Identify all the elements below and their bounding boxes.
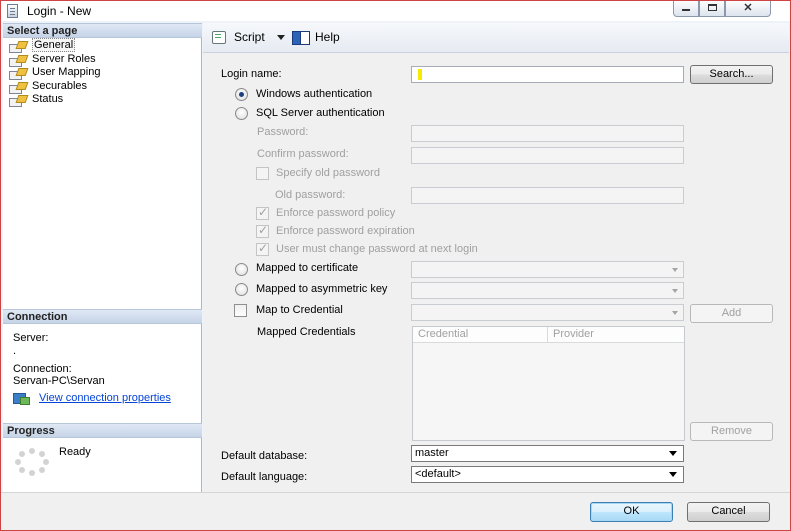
window-title: Login - New [27,4,92,18]
specify-old-password-checkbox[interactable] [256,167,269,180]
password-input[interactable] [411,125,684,142]
left-pane: Select a page General Server Roles User … [3,23,202,492]
windows-auth-label[interactable]: Windows authentication [256,88,372,100]
page-icon [9,82,26,94]
must-change-label: User must change password at next login [276,243,478,255]
enforce-policy-checkbox[interactable] [256,205,269,220]
windows-auth-radio[interactable] [235,88,248,101]
enforce-expiration-checkbox[interactable] [256,223,269,238]
minimize-button[interactable] [673,1,699,17]
add-button[interactable]: Add [690,304,773,323]
chevron-down-icon [669,451,677,456]
login-name-input[interactable] [411,66,684,83]
select-page-header: Select a page [3,23,202,38]
mapped-cert-radio[interactable] [235,263,248,276]
specify-old-password-label: Specify old password [276,167,380,179]
minimize-icon [682,9,690,11]
page-icon [9,41,26,53]
map-credential-checkbox[interactable] [234,304,247,317]
server-value: . [13,345,17,357]
page-item-label: User Mapping [32,66,101,78]
sql-auth-label[interactable]: SQL Server authentication [256,107,385,119]
script-icon [211,31,228,44]
enforce-expiration-label: Enforce password expiration [276,225,415,237]
page-item-label: Server Roles [32,52,96,65]
help-label: Help [315,30,340,44]
page-icon [9,68,26,80]
old-password-label: Old password: [275,189,346,201]
enforce-policy-label: Enforce password policy [276,207,396,219]
page-item-user-mapping[interactable]: User Mapping [3,66,202,80]
dialog-footer: OK Cancel [1,492,790,530]
server-label: Server: [13,332,49,344]
progress-spinner-icon [15,448,49,476]
app-document-icon [7,4,18,18]
login-new-window: Login - New ✕ Select a page General Serv… [0,0,791,531]
grid-header-credential[interactable]: Credential [413,327,548,343]
map-credential-label[interactable]: Map to Credential [256,304,343,316]
progress-status: Ready [59,446,91,458]
mapped-asym-radio[interactable] [235,283,248,296]
asymmetric-key-combo[interactable] [411,282,684,299]
login-name-label: Login name: [221,68,282,80]
chevron-down-icon [669,472,677,477]
text-cursor [418,69,422,80]
page-item-server-roles[interactable]: Server Roles [3,53,202,67]
maximize-icon [707,4,717,11]
chevron-down-icon [672,268,678,272]
connection-header: Connection [3,309,202,324]
toolbar: Script Help [203,23,789,53]
default-language-combo[interactable]: <default> [411,466,684,483]
chevron-down-icon [672,311,678,315]
page-icon [9,55,26,67]
page-list: General Server Roles User Mapping Secura… [3,38,202,107]
page-icon [9,95,26,107]
default-language-label: Default language: [221,471,308,483]
default-database-value: master [415,447,449,459]
mapped-credentials-grid[interactable]: Credential Provider [412,326,685,441]
confirm-password-label: Confirm password: [257,148,349,160]
old-password-input[interactable] [411,187,684,204]
mapped-credentials-label: Mapped Credentials [257,326,356,338]
certificate-combo[interactable] [411,261,684,278]
script-dropdown-icon[interactable] [277,35,285,40]
right-pane: Script Help Login name: Search... Window… [203,23,789,492]
connection-value: Servan-PC\Servan [13,375,105,387]
sql-auth-radio[interactable] [235,107,248,120]
mapped-asym-label[interactable]: Mapped to asymmetric key [256,283,387,295]
default-language-value: <default> [415,468,461,480]
page-item-securables[interactable]: Securables [3,80,202,94]
password-label: Password: [257,126,309,138]
title-bar: Login - New ✕ [1,1,790,21]
connection-properties-icon [13,393,31,405]
page-item-label: Securables [32,79,88,92]
search-button[interactable]: Search... [690,65,773,84]
default-database-label: Default database: [221,450,308,462]
confirm-password-input[interactable] [411,147,684,164]
page-item-general[interactable]: General [3,38,202,53]
remove-button[interactable]: Remove [690,422,773,441]
view-connection-properties-link[interactable]: View connection properties [39,392,171,404]
script-label: Script [234,30,265,44]
cancel-button[interactable]: Cancel [687,502,770,522]
close-icon: ✕ [743,2,753,14]
ok-button[interactable]: OK [590,502,673,522]
grid-header-provider[interactable]: Provider [548,327,684,343]
must-change-checkbox[interactable] [256,241,269,256]
page-item-label: General [32,38,76,52]
mapped-cert-label[interactable]: Mapped to certificate [256,262,358,274]
maximize-button[interactable] [699,1,725,17]
chevron-down-icon [672,289,678,293]
credential-combo[interactable] [411,304,684,321]
default-database-combo[interactable]: master [411,445,684,462]
close-button[interactable]: ✕ [725,1,771,17]
page-item-label: Status [32,93,64,105]
help-book-icon [292,30,310,45]
progress-header: Progress [3,423,202,438]
page-item-status[interactable]: Status [3,93,202,107]
